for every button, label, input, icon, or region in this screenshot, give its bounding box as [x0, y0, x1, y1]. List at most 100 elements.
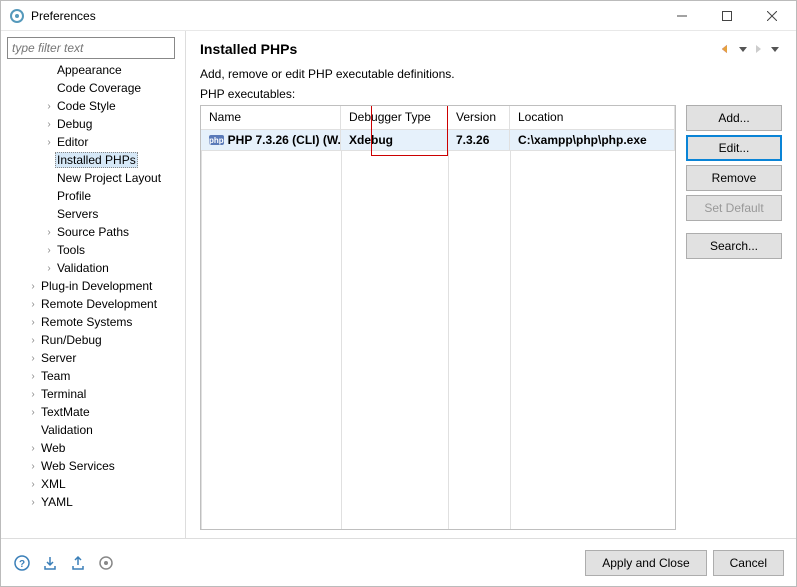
import-icon[interactable]	[41, 554, 59, 572]
tree-item-new-project-layout[interactable]: New Project Layout	[7, 169, 180, 187]
expand-arrow-icon[interactable]: ›	[27, 317, 39, 328]
tree-item-label: XML	[39, 477, 68, 491]
preferences-tree[interactable]: AppearanceCode Coverage›Code Style›Debug…	[7, 61, 182, 538]
tree-item-label: Appearance	[55, 63, 124, 77]
tree-item-textmate[interactable]: ›TextMate	[7, 403, 180, 421]
col-header-location[interactable]: Location	[510, 106, 675, 129]
tree-item-validation[interactable]: Validation	[7, 421, 180, 439]
expand-arrow-icon[interactable]: ›	[27, 299, 39, 310]
search-button[interactable]: Search...	[686, 233, 782, 259]
tree-item-source-paths[interactable]: ›Source Paths	[7, 223, 180, 241]
nav-back-icon[interactable]	[720, 42, 734, 56]
tree-item-label: Installed PHPs	[55, 152, 138, 168]
expand-arrow-icon[interactable]: ›	[27, 353, 39, 364]
tree-item-label: Code Style	[55, 99, 118, 113]
expand-arrow-icon[interactable]: ›	[27, 443, 39, 454]
expand-arrow-icon[interactable]: ›	[27, 461, 39, 472]
add-button[interactable]: Add...	[686, 105, 782, 131]
tree-item-label: Debug	[55, 117, 94, 131]
sidebar: AppearanceCode Coverage›Code Style›Debug…	[1, 31, 186, 538]
expand-arrow-icon[interactable]: ›	[43, 101, 55, 112]
close-button[interactable]	[749, 2, 794, 30]
tree-item-plug-in-development[interactable]: ›Plug-in Development	[7, 277, 180, 295]
tree-item-label: Remote Systems	[39, 315, 134, 329]
expand-arrow-icon[interactable]: ›	[27, 407, 39, 418]
oomph-icon[interactable]	[97, 554, 115, 572]
tree-item-installed-phps[interactable]: Installed PHPs	[7, 151, 180, 169]
col-header-version[interactable]: Version	[448, 106, 510, 129]
cell-debugger: Xdebug	[341, 130, 448, 150]
tree-item-remote-development[interactable]: ›Remote Development	[7, 295, 180, 313]
tree-item-xml[interactable]: ›XML	[7, 475, 180, 493]
help-icon[interactable]: ?	[13, 554, 31, 572]
col-header-debugger[interactable]: Debugger Type	[341, 106, 448, 129]
footer-icons: ?	[13, 554, 115, 572]
page-description: Add, remove or edit PHP executable defin…	[200, 67, 782, 81]
tree-item-label: Remote Development	[39, 297, 159, 311]
tree-item-tools[interactable]: ›Tools	[7, 241, 180, 259]
expand-arrow-icon[interactable]: ›	[27, 479, 39, 490]
expand-arrow-icon[interactable]: ›	[27, 281, 39, 292]
tree-item-servers[interactable]: Servers	[7, 205, 180, 223]
cell-version: 7.3.26	[448, 130, 510, 150]
tree-item-profile[interactable]: Profile	[7, 187, 180, 205]
table-header-row: Name Debugger Type Version Location	[201, 106, 675, 130]
expand-arrow-icon[interactable]: ›	[43, 119, 55, 130]
nav-forward-menu-icon[interactable]	[768, 42, 782, 56]
tree-item-debug[interactable]: ›Debug	[7, 115, 180, 133]
filter-input[interactable]	[7, 37, 175, 59]
col-header-name[interactable]: Name	[201, 106, 341, 129]
tree-item-web[interactable]: ›Web	[7, 439, 180, 457]
cell-name: php PHP 7.3.26 (CLI) (W...	[201, 130, 341, 150]
tree-item-label: Web	[39, 441, 67, 455]
tree-item-team[interactable]: ›Team	[7, 367, 180, 385]
php-executables-table[interactable]: Name Debugger Type Version Location php …	[200, 105, 676, 530]
expand-arrow-icon[interactable]: ›	[43, 227, 55, 238]
tree-item-editor[interactable]: ›Editor	[7, 133, 180, 151]
expand-arrow-icon[interactable]: ›	[43, 263, 55, 274]
expand-arrow-icon[interactable]: ›	[27, 371, 39, 382]
tree-item-remote-systems[interactable]: ›Remote Systems	[7, 313, 180, 331]
footer: ? Apply and Close Cancel	[1, 538, 796, 586]
tree-item-label: Servers	[55, 207, 100, 221]
page-heading: Installed PHPs	[200, 41, 718, 57]
tree-item-terminal[interactable]: ›Terminal	[7, 385, 180, 403]
tree-item-appearance[interactable]: Appearance	[7, 61, 180, 79]
expand-arrow-icon[interactable]: ›	[27, 497, 39, 508]
edit-button[interactable]: Edit...	[686, 135, 782, 161]
tree-item-label: Editor	[55, 135, 90, 149]
php-icon: php	[209, 135, 224, 145]
export-icon[interactable]	[69, 554, 87, 572]
expand-arrow-icon[interactable]: ›	[27, 335, 39, 346]
tree-item-label: Validation	[39, 423, 95, 437]
main-header: Installed PHPs	[200, 41, 782, 57]
app-icon	[9, 8, 25, 24]
cancel-button[interactable]: Cancel	[713, 550, 784, 576]
tree-item-validation[interactable]: ›Validation	[7, 259, 180, 277]
nav-back-menu-icon[interactable]	[736, 42, 750, 56]
tree-item-code-coverage[interactable]: Code Coverage	[7, 79, 180, 97]
cell-location: C:\xampp\php\php.exe	[510, 130, 675, 150]
tree-item-label: Plug-in Development	[39, 279, 154, 293]
expand-arrow-icon[interactable]: ›	[43, 137, 55, 148]
maximize-button[interactable]	[704, 2, 749, 30]
nav-forward-icon[interactable]	[752, 42, 766, 56]
tree-item-server[interactable]: ›Server	[7, 349, 180, 367]
apply-and-close-button[interactable]: Apply and Close	[585, 550, 706, 576]
tree-item-code-style[interactable]: ›Code Style	[7, 97, 180, 115]
expand-arrow-icon[interactable]: ›	[27, 389, 39, 400]
set-default-button: Set Default	[686, 195, 782, 221]
remove-button[interactable]: Remove	[686, 165, 782, 191]
tree-item-label: Server	[39, 351, 78, 365]
content-area: AppearanceCode Coverage›Code Style›Debug…	[1, 31, 796, 538]
tree-item-label: Terminal	[39, 387, 88, 401]
minimize-button[interactable]	[659, 2, 704, 30]
tree-item-run-debug[interactable]: ›Run/Debug	[7, 331, 180, 349]
expand-arrow-icon[interactable]: ›	[43, 245, 55, 256]
tree-item-label: Source Paths	[55, 225, 131, 239]
tree-item-label: YAML	[39, 495, 75, 509]
tree-item-web-services[interactable]: ›Web Services	[7, 457, 180, 475]
cell-name-text: PHP 7.3.26 (CLI) (W...	[228, 133, 341, 147]
table-row[interactable]: php PHP 7.3.26 (CLI) (W... Xdebug 7.3.26…	[201, 130, 675, 150]
tree-item-yaml[interactable]: ›YAML	[7, 493, 180, 511]
